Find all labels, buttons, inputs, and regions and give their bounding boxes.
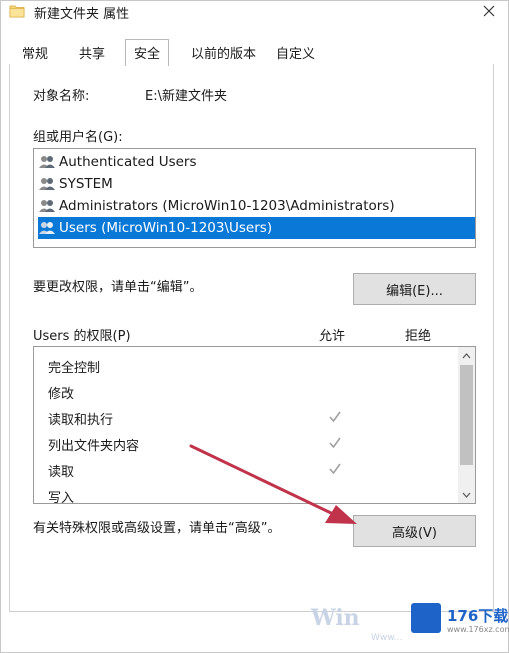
permission-row: 写入 xyxy=(34,483,458,504)
permission-name: 列出文件夹内容 xyxy=(48,439,140,454)
group-item[interactable]: Authenticated Users xyxy=(38,151,475,173)
site-logo-icon xyxy=(411,603,441,633)
allow-header: 允许 xyxy=(319,329,346,344)
watermark-brand: 176下载网 xyxy=(447,607,509,625)
group-item[interactable]: Administrators (MicroWin10-1203\Administ… xyxy=(38,195,475,217)
watermark-win-url: Www... xyxy=(371,633,403,643)
watermark-win: Win xyxy=(311,605,360,631)
users-icon xyxy=(39,156,55,168)
permissions-scrollbar[interactable] xyxy=(458,347,475,503)
check-icon xyxy=(329,463,341,475)
watermark-url: www.176xz.com xyxy=(447,625,509,634)
permission-name: 读取 xyxy=(48,465,75,480)
object-name-label: 对象名称: xyxy=(33,89,90,104)
chevron-down-icon xyxy=(462,492,471,498)
tab-customize[interactable]: 自定义 xyxy=(276,43,315,65)
window-title: 新建文件夹 属性 xyxy=(34,7,130,22)
tab-security[interactable]: 安全 xyxy=(125,39,170,66)
permissions-label: Users 的权限(P) xyxy=(33,329,131,344)
properties-window: 新建文件夹 属性 常规 共享 安全 以前的版本 自定义 对象名称: E:\新建文… xyxy=(0,0,509,653)
permission-name: 读取和执行 xyxy=(48,413,114,428)
permission-row: 完全控制 xyxy=(34,353,458,379)
advanced-hint: 有关特殊权限或高级设置，请单击“高级”。 xyxy=(33,521,281,536)
group-item-label: SYSTEM xyxy=(59,176,113,192)
close-button[interactable] xyxy=(471,1,507,21)
check-icon xyxy=(329,411,341,423)
object-name-value: E:\新建文件夹 xyxy=(145,89,227,104)
permission-name: 写入 xyxy=(48,491,75,504)
folder-icon xyxy=(9,5,25,18)
permission-row: 读取和执行 xyxy=(34,405,458,431)
users-icon xyxy=(39,178,55,190)
groups-listbox[interactable]: Authenticated Users SYSTEM Administrator… xyxy=(33,148,476,248)
permission-row: 列出文件夹内容 xyxy=(34,431,458,457)
edit-hint: 要更改权限，请单击“编辑”。 xyxy=(33,280,203,295)
scroll-thumb[interactable] xyxy=(460,365,473,465)
deny-header: 拒绝 xyxy=(405,329,432,344)
permission-name: 完全控制 xyxy=(48,361,101,376)
close-icon xyxy=(483,5,495,17)
group-item-label: Authenticated Users xyxy=(59,154,197,170)
watermark: Win Www... 176下载网 www.176xz.com xyxy=(311,601,509,651)
scroll-up-button[interactable] xyxy=(458,347,475,364)
users-icon xyxy=(39,222,55,234)
scroll-down-button[interactable] xyxy=(458,486,475,503)
check-icon xyxy=(329,437,341,449)
group-item[interactable]: SYSTEM xyxy=(38,173,475,195)
groups-label: 组或用户名(G): xyxy=(33,130,123,145)
tab-previous-versions[interactable]: 以前的版本 xyxy=(191,43,256,65)
tab-strip: 常规 共享 安全 以前的版本 自定义 xyxy=(1,39,509,66)
users-icon xyxy=(39,200,55,212)
group-item-label: Users (MicroWin10-1203\Users) xyxy=(59,220,273,236)
group-item-label: Administrators (MicroWin10-1203\Administ… xyxy=(59,198,395,214)
permission-row: 修改 xyxy=(34,379,458,405)
edit-button[interactable]: 编辑(E)... xyxy=(353,273,476,305)
tab-general[interactable]: 常规 xyxy=(22,43,48,65)
permission-name: 修改 xyxy=(48,387,75,402)
group-item-selected[interactable]: Users (MicroWin10-1203\Users) xyxy=(38,217,475,239)
permissions-list[interactable]: 完全控制 修改 读取和执行 列出文件夹内容 读取 写入 xyxy=(33,346,476,504)
chevron-up-icon xyxy=(462,352,471,358)
permission-row: 读取 xyxy=(34,457,458,483)
title-bar: 新建文件夹 属性 xyxy=(1,1,508,23)
tab-sharing[interactable]: 共享 xyxy=(79,43,105,65)
advanced-button[interactable]: 高级(V) xyxy=(353,515,476,547)
